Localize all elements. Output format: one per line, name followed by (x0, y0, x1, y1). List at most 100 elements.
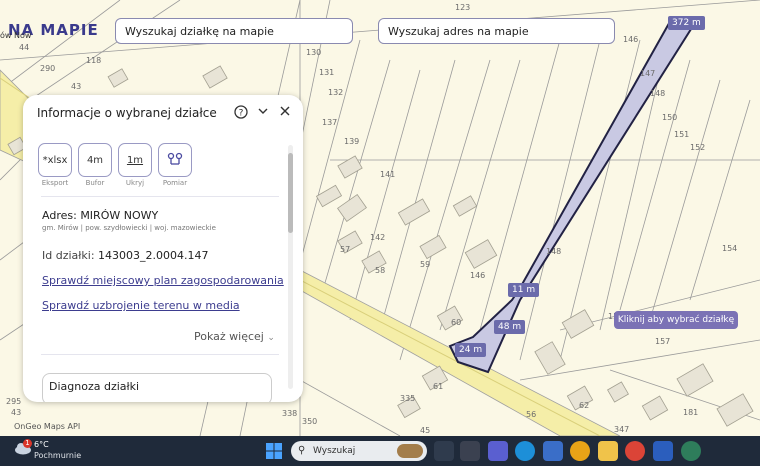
plot-number: 142 (370, 233, 386, 242)
chrome-icon[interactable] (625, 441, 645, 461)
plot-number: 152 (690, 143, 706, 152)
taskbar-search[interactable]: ⚲ Wyszukaj (291, 441, 427, 461)
diagnosis-section[interactable]: Diagnoza działki (42, 373, 272, 402)
plot-number: 132 (328, 88, 344, 97)
address-label: Adres: (42, 209, 77, 222)
plot-number: 44 (19, 43, 30, 52)
chevron-down-icon: ⌄ (267, 333, 275, 343)
plot-number: 139 (344, 137, 360, 146)
edge-icon[interactable] (515, 441, 535, 461)
hide-label: Ukryj (125, 179, 145, 187)
plot-number: 141 (380, 170, 396, 179)
plot-number: 57 (340, 245, 351, 254)
plot-number: 150 (662, 113, 678, 122)
plot-number: 147 (640, 69, 656, 78)
svg-text:?: ? (239, 109, 244, 119)
plot-number: 131 (319, 68, 335, 77)
windows-start-icon[interactable] (265, 442, 283, 460)
show-more-label: Pokaż więcej (194, 330, 264, 343)
admin-units: gm. Mirów | pow. szydłowiecki | woj. maz… (42, 224, 216, 232)
measurement-badge: 11 m (508, 283, 540, 297)
address-search-placeholder: Wyszukaj adres na mapie (388, 25, 529, 38)
app-icon[interactable] (570, 441, 590, 461)
measurement-badge: 24 m (455, 343, 487, 357)
plot-number: 335 (400, 394, 416, 403)
weather-temp: 6°C (34, 440, 49, 449)
plot-number: 58 (375, 266, 386, 275)
utilities-link[interactable]: Sprawdź uzbrojenie terenu w media (42, 299, 240, 312)
taskbar: 1 6°C Pochmurnie ⚲ Wyszukaj (0, 436, 760, 466)
close-icon[interactable] (277, 105, 293, 121)
measure-label: Pomiar (162, 179, 188, 187)
plot-number: 123 (455, 3, 471, 12)
plot-number: 56 (526, 410, 537, 419)
chevron-down-icon[interactable] (255, 105, 271, 121)
buffer-icon: 4m (86, 155, 104, 166)
plot-number: 295 (6, 397, 22, 406)
plot-number: 118 (86, 56, 102, 65)
export-icon: *xlsx (42, 155, 68, 166)
hide-button[interactable]: 1m (118, 143, 152, 177)
buffer-label: Bufor (85, 179, 105, 187)
plot-id-value: 143003_2.0004.147 (98, 249, 209, 262)
plot-number: 148 (546, 247, 562, 256)
divider (41, 196, 279, 197)
plot-number: 137 (322, 118, 338, 127)
hide-icon: 1m (126, 155, 144, 166)
address-row: Adres: MIRÓW NOWY (42, 209, 158, 222)
measure-icon (167, 152, 183, 166)
plot-id-row: Id działki: 143003_2.0004.147 (42, 249, 209, 262)
address-search-input[interactable]: Wyszukaj adres na mapie (378, 18, 615, 44)
export-button[interactable]: *xlsx (38, 143, 72, 177)
store-icon[interactable] (543, 441, 563, 461)
plot-number: 151 (674, 130, 690, 139)
plot-number: 290 (40, 64, 56, 73)
export-label: Eksport (41, 179, 69, 187)
search-icon: ⚲ (298, 445, 306, 456)
plot-number: 45 (420, 426, 431, 435)
divider (41, 354, 279, 355)
address-value: MIRÓW NOWY (80, 209, 159, 222)
plot-number: 60 (451, 318, 462, 327)
plot-number: 62 (579, 401, 590, 410)
help-icon[interactable]: ? (233, 105, 249, 121)
show-more-button[interactable]: Pokaż więcej ⌄ (194, 330, 275, 343)
plot-number: 347 (614, 425, 630, 434)
locality-label: ów Now (0, 31, 32, 40)
plot-number: 181 (683, 408, 699, 417)
map-attribution[interactable]: OnGeo Maps API (14, 422, 80, 431)
task-view-icon[interactable] (434, 441, 454, 461)
widgets-icon[interactable] (460, 441, 480, 461)
plot-number: 43 (11, 408, 22, 417)
notification-badge: 1 (23, 439, 32, 448)
plot-number: 338 (282, 409, 298, 418)
plot-number: 61 (433, 382, 444, 391)
plot-number: 154 (722, 244, 738, 253)
globe-icon[interactable] (681, 441, 701, 461)
plot-number: 146 (623, 35, 639, 44)
panel-title: Informacje o wybranej działce (37, 106, 217, 120)
plot-search-input[interactable]: Wyszukaj działkę na mapie (115, 18, 353, 44)
plot-number: 350 (302, 417, 318, 426)
teams-icon[interactable] (488, 441, 508, 461)
zoning-plan-link[interactable]: Sprawdź miejscowy plan zagospodarowania (42, 274, 284, 287)
weather-desc: Pochmurnie (34, 451, 82, 460)
buffer-button[interactable]: 4m (78, 143, 112, 177)
measure-button[interactable] (158, 143, 192, 177)
plot-number: 146 (470, 271, 486, 280)
taskbar-search-placeholder: Wyszukaj (313, 446, 356, 456)
word-icon[interactable] (653, 441, 673, 461)
plot-number: 43 (71, 82, 82, 91)
plot-number: 130 (306, 48, 322, 57)
measurement-badge: 48 m (494, 320, 526, 334)
plot-id-label: Id działki: (42, 249, 95, 262)
plot-search-placeholder: Wyszukaj działkę na mapie (125, 25, 274, 38)
plot-number: 59 (420, 260, 431, 269)
search-highlight-icon (397, 444, 423, 458)
plot-number: 148 (650, 89, 666, 98)
diagnosis-label: Diagnoza działki (49, 380, 140, 393)
panel-scrollbar-thumb[interactable] (288, 153, 293, 233)
select-plot-tooltip: Kliknij aby wybrać działkę (614, 311, 738, 329)
file-explorer-icon[interactable] (598, 441, 618, 461)
plot-info-panel: Informacje o wybranej działce ? *xlsx Ek… (23, 95, 303, 402)
